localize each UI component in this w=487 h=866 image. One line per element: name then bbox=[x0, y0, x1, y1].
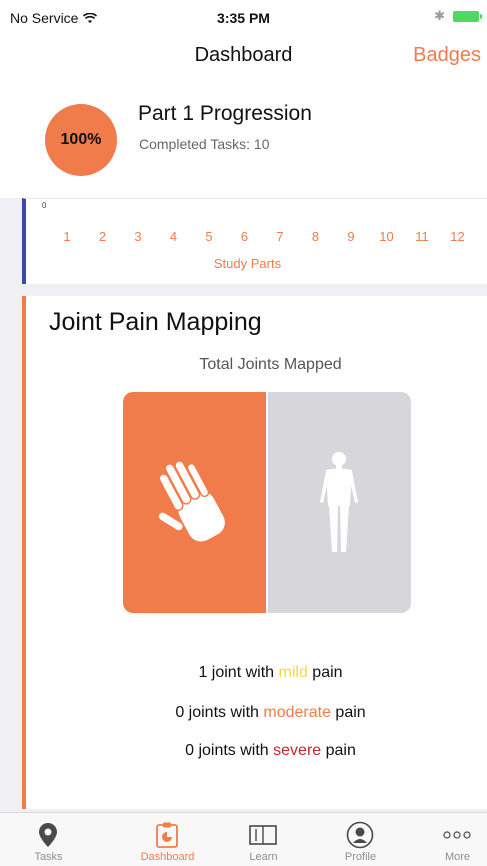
tab-profile-label: Profile bbox=[344, 851, 377, 863]
study-part-10[interactable]: 10 bbox=[379, 229, 393, 244]
study-parts-card: 0 1 2 3 4 5 6 7 8 9 10 11 12 Study Parts bbox=[22, 198, 487, 284]
more-icon bbox=[442, 821, 472, 849]
tab-bar: Tasks Dashboard Learn Profile More bbox=[0, 812, 487, 866]
progress-circle: 100% bbox=[45, 104, 117, 176]
study-part-12[interactable]: 12 bbox=[450, 229, 464, 244]
tab-tasks[interactable]: Tasks bbox=[0, 813, 97, 866]
mild-pain-suffix: pain bbox=[307, 664, 343, 681]
axis-zero-label: 0 bbox=[42, 201, 47, 210]
moderate-label: moderate bbox=[263, 704, 331, 721]
map-pin-icon bbox=[33, 821, 63, 849]
mild-pain-line: 1 joint with mild pain bbox=[26, 664, 487, 682]
progress-percent: 100% bbox=[60, 131, 102, 148]
status-time: 3:35 PM bbox=[217, 10, 270, 26]
battery-icon bbox=[453, 10, 482, 22]
progression-subtitle: Completed Tasks: 10 bbox=[139, 136, 270, 152]
bluetooth-icon: ✱ bbox=[434, 8, 445, 23]
study-part-6[interactable]: 6 bbox=[241, 229, 248, 244]
progression-card[interactable]: 100% Part 1 Progression Completed Tasks:… bbox=[0, 86, 487, 198]
book-icon bbox=[248, 821, 278, 849]
tab-dashboard-label: Dashboard bbox=[140, 851, 195, 863]
tab-learn[interactable]: Learn bbox=[215, 813, 312, 866]
profile-icon bbox=[345, 821, 375, 849]
progression-title: Part 1 Progression bbox=[138, 102, 312, 125]
joint-pain-card: Joint Pain Mapping Total Joints Mapped 1… bbox=[22, 296, 487, 809]
study-part-3[interactable]: 3 bbox=[134, 229, 141, 244]
severe-pain-line: 0 joints with severe pain bbox=[26, 742, 487, 760]
study-part-1[interactable]: 1 bbox=[63, 229, 70, 244]
badges-button[interactable]: Badges bbox=[413, 44, 481, 67]
study-parts-caption: Study Parts bbox=[213, 256, 282, 271]
tab-more[interactable]: More bbox=[409, 813, 487, 866]
severe-pain-suffix: pain bbox=[321, 742, 356, 759]
dashboard-icon bbox=[152, 821, 182, 849]
moderate-pain-line: 0 joints with moderate pain bbox=[26, 704, 487, 722]
study-part-2[interactable]: 2 bbox=[99, 229, 106, 244]
study-part-4[interactable]: 4 bbox=[170, 229, 177, 244]
study-part-8[interactable]: 8 bbox=[312, 229, 319, 244]
nav-bar: Dashboard Badges bbox=[0, 34, 487, 86]
body-icon bbox=[320, 452, 358, 552]
moderate-pain-count: 0 joints with bbox=[175, 704, 264, 721]
study-parts-row: 1 2 3 4 5 6 7 8 9 10 11 12 bbox=[26, 229, 487, 249]
severe-label: severe bbox=[273, 742, 322, 759]
status-bar: No Service 3:35 PM ✱ bbox=[0, 0, 487, 34]
severe-pain-count: 0 joints with bbox=[185, 742, 274, 759]
study-part-9[interactable]: 9 bbox=[347, 229, 354, 244]
tab-tasks-label: Tasks bbox=[34, 851, 63, 863]
tab-dashboard[interactable]: Dashboard bbox=[119, 813, 216, 866]
status-right: ✱ bbox=[434, 8, 482, 24]
study-part-5[interactable]: 5 bbox=[205, 229, 212, 244]
joint-pain-title: Joint Pain Mapping bbox=[49, 308, 262, 336]
tab-more-label: More bbox=[444, 851, 471, 863]
body-panel[interactable] bbox=[268, 392, 411, 613]
study-part-11[interactable]: 11 bbox=[415, 229, 429, 244]
hand-icon bbox=[158, 460, 227, 543]
tab-profile[interactable]: Profile bbox=[312, 813, 409, 866]
hand-panel[interactable] bbox=[123, 392, 266, 613]
mild-pain-count: 1 joint with bbox=[198, 664, 279, 681]
study-part-7[interactable]: 7 bbox=[276, 229, 283, 244]
mild-label: mild bbox=[278, 664, 308, 681]
joint-pain-subtitle: Total Joints Mapped bbox=[199, 356, 342, 373]
moderate-pain-suffix: pain bbox=[330, 704, 366, 721]
tab-learn-label: Learn bbox=[249, 851, 278, 863]
